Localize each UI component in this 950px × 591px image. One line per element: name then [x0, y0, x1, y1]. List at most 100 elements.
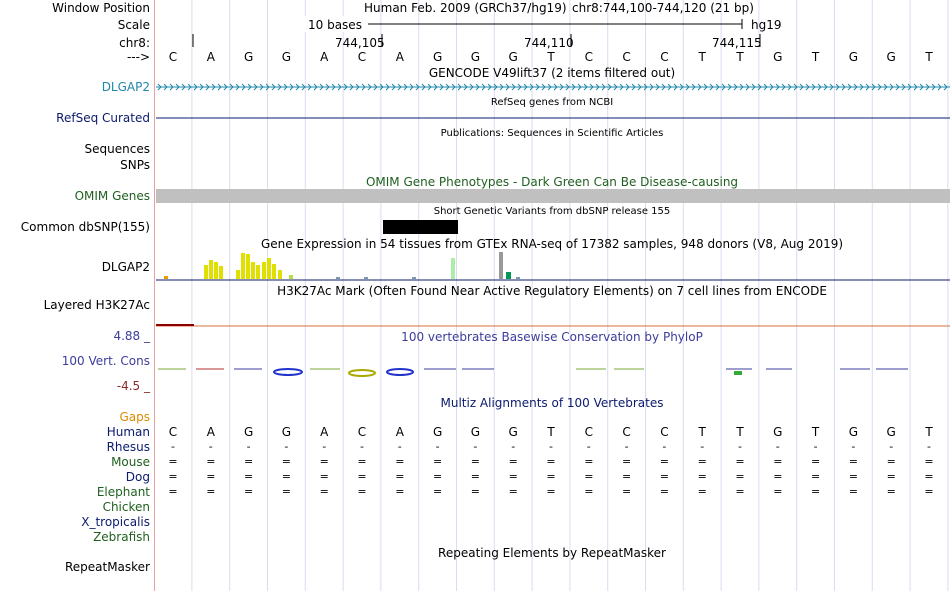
repeatmasker-track-label[interactable]: RepeatMasker — [65, 560, 150, 574]
omim-track-label[interactable]: OMIM Genes — [75, 189, 150, 203]
alignment-cell: T — [811, 425, 820, 439]
phylop-track-label[interactable]: 100 Vert. Cons — [62, 354, 150, 368]
base-letter: T — [547, 50, 555, 64]
gtex-track-label[interactable]: DLGAP2 — [102, 260, 150, 274]
gtex-expression-bars[interactable] — [156, 252, 950, 281]
ruler-tick-744115: 744,115 — [712, 36, 762, 50]
alignment-cell: - — [889, 440, 894, 453]
species-label[interactable]: Human — [107, 425, 150, 439]
base-letter: G — [432, 50, 443, 64]
alignment-cell: = — [810, 455, 821, 468]
alignment-cell: G — [470, 425, 481, 439]
alignment-cell: = — [357, 470, 367, 483]
chrom-ruler-ticks — [192, 34, 761, 47]
alignment-cell: = — [432, 470, 443, 483]
dbsnp-track-title: Short Genetic Variants from dbSNP releas… — [433, 206, 671, 217]
dbsnp-variant-block[interactable] — [383, 220, 458, 234]
species-label[interactable]: Mouse — [111, 455, 150, 469]
alignment-cell: = — [395, 455, 405, 468]
base-letter: A — [320, 50, 329, 64]
alignment-cell: T — [736, 425, 744, 439]
species-label[interactable]: Rhesus — [107, 440, 150, 454]
base-letter: G — [243, 50, 254, 64]
alignment-cell: = — [924, 485, 934, 498]
species-label[interactable]: Zebrafish — [93, 530, 150, 544]
track-label-column: Window Position Scale chr8: ---> DLGAP2 … — [0, 0, 155, 591]
alignment-cell: = — [773, 470, 783, 483]
alignment-cell: = — [621, 455, 632, 468]
alignment-cell: = — [508, 470, 518, 483]
alignment-cell: = — [508, 455, 518, 468]
alignment-cell: = — [243, 455, 254, 468]
alignment-cell: = — [621, 470, 632, 483]
alignment-cell: = — [848, 485, 858, 498]
base-letter: C — [357, 50, 367, 64]
alignment-cell: - — [700, 440, 705, 453]
refseq-track-label[interactable]: RefSeq Curated — [56, 111, 150, 125]
alignment-cell: = — [546, 485, 556, 498]
h3k27ac-track-label[interactable]: Layered H3K27Ac — [44, 298, 150, 312]
alignment-cell: = — [773, 455, 783, 468]
alignment-cell: = — [357, 485, 367, 498]
species-label[interactable]: X_tropicalis — [81, 515, 150, 529]
publications-snps-label[interactable]: SNPs — [120, 158, 150, 172]
base-letter: T — [925, 50, 933, 64]
alignment-cell: T — [925, 425, 933, 439]
alignment-cell: = — [243, 470, 254, 483]
base-letter: T — [736, 50, 744, 64]
gencode-track-label[interactable]: DLGAP2 — [102, 80, 150, 94]
h3k27ac-signal[interactable] — [156, 324, 950, 327]
alignment-cell: - — [738, 440, 742, 453]
alignment-cell: - — [397, 440, 402, 453]
dbsnp-track-label[interactable]: Common dbSNP(155) — [21, 220, 150, 234]
publications-sequences-label[interactable]: Sequences — [85, 142, 150, 156]
alignment-cell: A — [320, 425, 329, 439]
alignment-cell: = — [810, 485, 821, 498]
gencode-gene-feature[interactable] — [156, 83, 950, 91]
alignment-cell: = — [432, 485, 443, 498]
refseq-track-title: RefSeq genes from NCBI — [490, 97, 614, 108]
publications-track-title: Publications: Sequences in Scientific Ar… — [440, 128, 664, 139]
gencode-track-title: GENCODE V49lift37 (2 items filtered out) — [428, 66, 676, 80]
alignment-cell: - — [927, 440, 931, 453]
phylop-min-label: -4.5 _ — [116, 379, 150, 393]
alignment-cell: = — [432, 455, 443, 468]
alignment-cell: G — [848, 425, 859, 439]
alignment-cell: - — [435, 440, 440, 453]
gtex-track-title: Gene Expression in 54 tissues from GTEx … — [260, 237, 844, 251]
phylop-conservation-signal[interactable] — [158, 368, 908, 377]
species-label[interactable]: Dog — [126, 470, 150, 484]
species-label[interactable]: Elephant — [97, 485, 150, 499]
alignment-cell: = — [886, 485, 896, 498]
alignment-cell: G — [432, 425, 443, 439]
alignment-cell: = — [924, 455, 934, 468]
alignment-cell: - — [775, 440, 780, 453]
alignment-cell: = — [395, 485, 405, 498]
alignment-cell: - — [662, 440, 667, 453]
alignment-cell: = — [281, 485, 291, 498]
alignment-cell: = — [508, 485, 518, 498]
alignment-cell: T — [547, 425, 555, 439]
species-label[interactable]: Chicken — [103, 500, 150, 514]
omim-feature-bar[interactable] — [156, 189, 950, 203]
alignment-cell: = — [735, 455, 745, 468]
alignment-cell: = — [584, 470, 594, 483]
scale-text: 10 bases — [308, 18, 362, 32]
alignment-cell: = — [659, 455, 669, 468]
alignment-cell: = — [810, 470, 821, 483]
alignment-cell: C — [168, 425, 178, 439]
alignment-cell: = — [584, 485, 594, 498]
alignment-cell: = — [697, 470, 707, 483]
alignment-cell: C — [660, 425, 669, 439]
alignment-cell: A — [395, 425, 404, 439]
alignment-cell: A — [206, 425, 215, 439]
omim-track-title: OMIM Gene Phenotypes - Dark Green Can Be… — [365, 175, 739, 189]
base-letter: C — [584, 50, 593, 64]
multiz-track-title: Multiz Alignments of 100 Vertebrates — [440, 396, 664, 410]
alignment-cell: = — [319, 485, 329, 498]
alignment-cell: = — [886, 470, 896, 483]
alignment-cell: = — [206, 485, 216, 498]
alignment-cell: = — [584, 455, 594, 468]
gaps-label: Gaps — [119, 410, 150, 424]
alignment-cell: = — [319, 455, 329, 468]
